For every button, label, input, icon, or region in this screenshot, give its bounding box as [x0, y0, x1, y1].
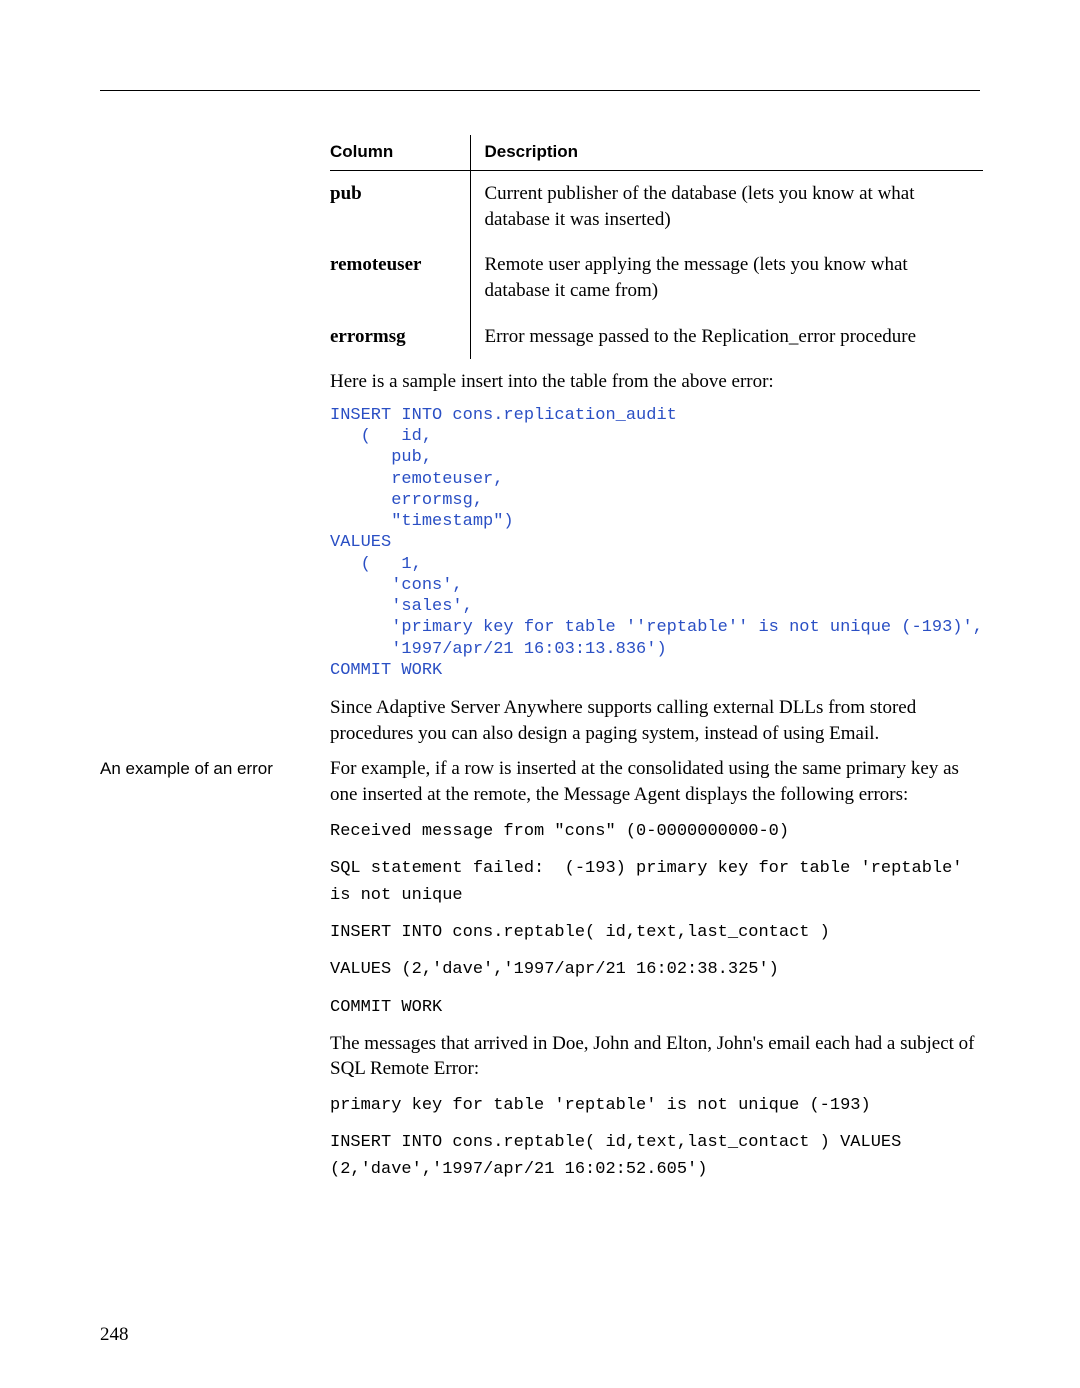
header-rule [100, 90, 980, 91]
code-line-values: VALUES (2,'dave','1997/apr/21 16:02:38.3… [330, 956, 980, 983]
paragraph-email-note: The messages that arrived in Doe, John a… [330, 1031, 980, 1082]
table-row: pub Current publisher of the database (l… [330, 170, 983, 242]
table-cell-column: pub [330, 170, 470, 242]
paragraph-sample-intro: Here is a sample insert into the table f… [330, 369, 983, 395]
table-header-column: Column [330, 135, 470, 170]
table-row: remoteuser Remote user applying the mess… [330, 242, 983, 313]
code-line-pk-msg: primary key for table 'reptable' is not … [330, 1092, 980, 1119]
table-cell-description: Current publisher of the database (lets … [470, 170, 983, 242]
table-cell-description: Error message passed to the Replication_… [470, 314, 983, 360]
code-line-insert-values: INSERT INTO cons.reptable( id,text,last_… [330, 1129, 980, 1183]
page-number: 248 [100, 1322, 129, 1348]
table-cell-column: remoteuser [330, 242, 470, 313]
table-cell-column: errormsg [330, 314, 470, 360]
code-line-insert: INSERT INTO cons.reptable( id,text,last_… [330, 919, 980, 946]
table-header-description: Description [470, 135, 983, 170]
sidebar-heading-example: An example of an error [100, 756, 330, 781]
column-description-table: Column Description pub Current publisher… [330, 135, 983, 359]
code-line-sql-failed: SQL statement failed: (-193) primary key… [330, 855, 980, 909]
paragraph-dll-note: Since Adaptive Server Anywhere supports … [330, 695, 983, 746]
left-gutter [100, 135, 330, 137]
code-block-insert-audit: INSERT INTO cons.replication_audit ( id,… [330, 405, 983, 681]
code-line-commit: COMMIT WORK [330, 994, 980, 1021]
code-line-received: Received message from "cons" (0-00000000… [330, 818, 980, 845]
paragraph-example-intro: For example, if a row is inserted at the… [330, 756, 980, 807]
table-row: errormsg Error message passed to the Rep… [330, 314, 983, 360]
table-cell-description: Remote user applying the message (lets y… [470, 242, 983, 313]
